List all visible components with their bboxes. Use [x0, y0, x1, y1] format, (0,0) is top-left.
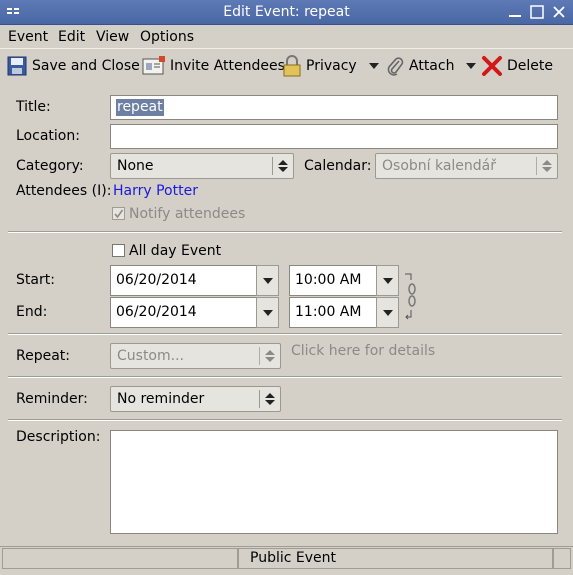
attendees-link[interactable]: Harry Potter [113, 182, 198, 200]
delete-button[interactable]: Delete [481, 52, 553, 80]
attendees-label: Attendees (I): [16, 183, 112, 199]
end-time-dropdown[interactable] [376, 297, 399, 328]
all-day-checkbox[interactable] [112, 244, 125, 257]
menu-view[interactable]: View [96, 27, 129, 47]
privacy-button[interactable]: Privacy [282, 52, 381, 80]
chain-link-icon[interactable] [403, 272, 419, 322]
lock-icon [283, 55, 301, 77]
calendar-select[interactable]: Osobní kalendář [375, 153, 558, 179]
combo-divider [272, 157, 273, 175]
start-time-value: 10:00 AM [295, 272, 362, 288]
menu-event[interactable]: Event [8, 27, 48, 47]
menu-bar [0, 25, 573, 48]
save-and-close-button[interactable]: Save and Close [6, 52, 140, 80]
end-date-value: 06/20/2014 [116, 304, 197, 320]
reminder-select[interactable]: No reminder [110, 386, 281, 412]
separator [8, 419, 562, 421]
menu-edit[interactable]: Edit [58, 27, 85, 47]
category-value: None [117, 158, 154, 174]
resize-grip[interactable] [553, 548, 571, 569]
repeat-details-link[interactable]: Click here for details [291, 342, 435, 360]
separator [8, 231, 562, 233]
notify-attendees-label: Notify attendees [129, 206, 246, 222]
reminder-value: No reminder [117, 391, 205, 407]
repeat-select[interactable]: Custom... [110, 343, 281, 369]
updown-arrow-icon [542, 160, 552, 172]
close-icon[interactable] [549, 2, 569, 22]
description-textarea[interactable] [110, 430, 558, 534]
start-date-dropdown[interactable] [256, 265, 279, 296]
maximize-icon[interactable] [527, 2, 547, 22]
delete-icon [482, 56, 502, 76]
privacy-status: Public Event [238, 548, 553, 569]
combo-divider [259, 347, 260, 365]
window-menu-icon[interactable] [4, 2, 24, 22]
menu-options[interactable]: Options [140, 27, 194, 47]
chevron-down-icon [262, 277, 273, 284]
end-date-dropdown[interactable] [256, 297, 279, 328]
end-time-value: 11:00 AM [295, 304, 362, 320]
invite-attendees-icon [142, 56, 165, 75]
start-date-input[interactable]: 06/20/2014 [110, 265, 257, 296]
attach-label: Attach [409, 58, 455, 74]
start-date-value: 06/20/2014 [116, 272, 197, 288]
privacy-label: Privacy [306, 58, 357, 74]
attach-button[interactable]: Attach [385, 52, 478, 80]
start-time-dropdown[interactable] [376, 265, 399, 296]
title-label: Title: [16, 99, 51, 115]
updown-arrow-icon [265, 350, 275, 362]
repeat-label: Repeat: [16, 348, 70, 364]
save-and-close-label: Save and Close [32, 58, 140, 74]
start-label: Start: [16, 272, 55, 288]
delete-label: Delete [507, 58, 553, 74]
updown-arrow-icon [278, 160, 288, 172]
minimize-icon[interactable] [505, 2, 525, 22]
reminder-label: Reminder: [16, 391, 88, 407]
status-cell-left [2, 548, 238, 569]
end-time-input[interactable]: 11:00 AM [289, 297, 377, 328]
location-label: Location: [16, 128, 80, 144]
separator [8, 376, 562, 378]
updown-arrow-icon [265, 393, 275, 405]
invite-attendees-label: Invite Attendees [170, 58, 285, 74]
combo-divider [536, 157, 537, 175]
notify-attendees-checkbox[interactable] [112, 207, 125, 220]
chevron-down-icon [382, 277, 393, 284]
invite-attendees-button[interactable]: Invite Attendees [142, 52, 285, 80]
checkmark-icon [114, 209, 124, 219]
start-time-input[interactable]: 10:00 AM [289, 265, 377, 296]
title-input-value: repeat [116, 99, 164, 116]
toolbar-separator [0, 48, 573, 49]
chevron-down-icon [382, 309, 393, 316]
description-label: Description: [16, 429, 101, 445]
chevron-down-icon [466, 63, 477, 69]
paperclip-icon [387, 57, 404, 76]
repeat-value: Custom... [117, 348, 184, 364]
category-label: Category: [16, 158, 84, 174]
combo-divider [259, 390, 260, 408]
all-day-label: All day Event [129, 243, 222, 259]
window-title: Edit Event: repeat [223, 4, 350, 20]
title-input[interactable]: repeat [110, 95, 558, 120]
end-date-input[interactable]: 06/20/2014 [110, 297, 257, 328]
calendar-label: Calendar: [304, 158, 372, 174]
calendar-value: Osobní kalendář [382, 158, 497, 174]
location-input[interactable] [110, 124, 558, 149]
save-icon [7, 56, 27, 76]
category-select[interactable]: None [110, 153, 294, 179]
chevron-down-icon [262, 309, 273, 316]
chevron-down-icon [368, 63, 379, 69]
separator [8, 333, 562, 335]
end-label: End: [16, 304, 48, 320]
